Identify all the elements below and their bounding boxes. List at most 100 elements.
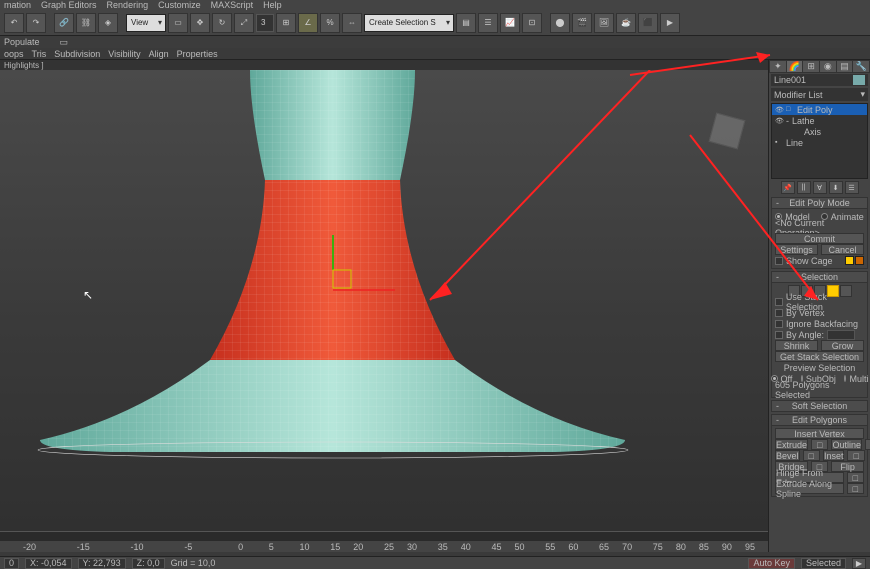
ribbon-tab[interactable]: Properties (177, 49, 218, 59)
extrude-opt[interactable]: □ (811, 439, 828, 450)
auto-key-button[interactable]: Auto Key (748, 558, 795, 569)
ribbon-tab[interactable]: Tris (32, 49, 47, 59)
hierarchy-tab[interactable]: ⊞ (803, 61, 819, 72)
selection-rollout[interactable]: Selection (771, 271, 868, 283)
object-name-field[interactable]: Line001 (771, 74, 868, 86)
scale-button[interactable]: ⤢ (234, 13, 254, 33)
insert-vertex-button[interactable]: Insert Vertex (775, 428, 864, 439)
menu-item[interactable]: mation (4, 0, 31, 10)
select-button[interactable]: ▭ (168, 13, 188, 33)
extrude-button[interactable]: Extrude (775, 439, 808, 450)
x-coord[interactable]: X: -0,054 (25, 558, 72, 569)
extrude-spline-opt[interactable]: □ (847, 483, 864, 494)
time-slider[interactable] (0, 531, 768, 541)
configure-sets-button[interactable]: ☰ (845, 181, 859, 194)
modify-tab[interactable]: 🌈 (787, 61, 803, 72)
ribbon-tab[interactable]: Align (149, 49, 169, 59)
get-stack-selection-button[interactable]: Get Stack Selection (775, 351, 864, 362)
play-button[interactable]: ▶ (852, 558, 866, 569)
render-setup-button[interactable]: 🎬 (572, 13, 592, 33)
extrude-spline-button[interactable]: Extrude Along Spline (775, 483, 844, 494)
bevel-button[interactable]: Bevel (775, 450, 800, 461)
link-button[interactable]: 🔗 (54, 13, 74, 33)
angle-snap-button[interactable]: ∠ (298, 13, 318, 33)
bevel-opt[interactable]: □ (803, 450, 820, 461)
inset-button[interactable]: Inset (823, 450, 845, 461)
frame-field[interactable]: 0 (4, 558, 19, 569)
mirror-button[interactable]: ⇔ (342, 13, 362, 33)
material-button[interactable]: ⬤ (550, 13, 570, 33)
ignore-backfacing-checkbox[interactable] (775, 320, 783, 328)
stack-item-lathe[interactable]: 👁-Lathe (772, 115, 867, 126)
show-result-button[interactable]: || (797, 181, 811, 194)
menu-item[interactable]: MAXScript (211, 0, 254, 10)
utilities-tab[interactable]: 🔧 (853, 61, 869, 72)
render-button[interactable]: ☕ (616, 13, 636, 33)
make-unique-button[interactable]: ∀ (813, 181, 827, 194)
selection-set-dropdown[interactable]: Create Selection S (364, 14, 454, 32)
menu-item[interactable]: Help (263, 0, 282, 10)
angle-spinner[interactable] (827, 330, 855, 340)
schematic-button[interactable]: ⊡ (522, 13, 542, 33)
stack-item-line[interactable]: ▪Line (772, 137, 867, 148)
display-tab[interactable]: ▤ (837, 61, 853, 72)
menu-item[interactable]: Graph Editors (41, 0, 97, 10)
snap-button[interactable]: ⊞ (276, 13, 296, 33)
ribbon-tab[interactable]: Subdivision (54, 49, 100, 59)
settings-button[interactable]: Settings (775, 244, 818, 255)
key-filter-dropdown[interactable]: Selected (801, 558, 846, 569)
quick-render-button[interactable]: ▶ (660, 13, 680, 33)
spinner[interactable]: 3 (256, 14, 274, 32)
populate-label[interactable]: Populate (4, 37, 40, 47)
move-button[interactable]: ✥ (190, 13, 210, 33)
pin-stack-button[interactable]: 📌 (781, 181, 795, 194)
by-angle-checkbox[interactable] (775, 331, 783, 339)
cage-color-1[interactable] (845, 256, 854, 265)
by-vertex-checkbox[interactable] (775, 309, 783, 317)
unlink-button[interactable]: ⛓ (76, 13, 96, 33)
hinge-opt[interactable]: □ (847, 472, 864, 483)
shrink-button[interactable]: Shrink (775, 340, 818, 351)
modifier-stack[interactable]: 👁□Edit Poly 👁-Lathe Axis ▪Line (771, 103, 868, 179)
menu-item[interactable]: Customize (158, 0, 201, 10)
bind-button[interactable]: ◈ (98, 13, 118, 33)
percent-snap-button[interactable]: % (320, 13, 340, 33)
motion-tab[interactable]: ◉ (820, 61, 836, 72)
soft-selection-rollout[interactable]: Soft Selection (771, 400, 868, 412)
edit-polygons-rollout[interactable]: Edit Polygons (771, 414, 868, 426)
cage-color-2[interactable] (855, 256, 864, 265)
grow-button[interactable]: Grow (821, 340, 864, 351)
commit-button[interactable]: Commit (775, 233, 864, 244)
edit-poly-mode-rollout[interactable]: Edit Poly Mode (771, 197, 868, 209)
create-tab[interactable]: ✦ (770, 61, 786, 72)
redo-button[interactable]: ↷ (26, 13, 46, 33)
stack-item-edit-poly[interactable]: 👁□Edit Poly (772, 104, 867, 115)
z-coord[interactable]: Z: 0,0 (132, 558, 165, 569)
align-button[interactable]: ▤ (456, 13, 476, 33)
curve-editor-button[interactable]: 📈 (500, 13, 520, 33)
undo-button[interactable]: ↶ (4, 13, 24, 33)
outline-button[interactable]: Outline (831, 439, 862, 450)
view-dropdown[interactable]: View (126, 14, 166, 32)
inset-opt[interactable]: □ (847, 450, 864, 461)
render-frame-button[interactable]: 🖼 (594, 13, 614, 33)
y-coord[interactable]: Y: 22,793 (78, 558, 126, 569)
viewport[interactable]: ↖ (0, 70, 768, 531)
viewport-label[interactable]: Highlights ] (0, 60, 768, 70)
stack-item-axis[interactable]: Axis (772, 126, 867, 137)
use-stack-checkbox[interactable] (775, 298, 783, 306)
cancel-button[interactable]: Cancel (821, 244, 864, 255)
rotate-button[interactable]: ↻ (212, 13, 232, 33)
modifier-list-dropdown[interactable]: Modifier List (771, 88, 868, 101)
ribbon-tab[interactable]: Visibility (108, 49, 140, 59)
expand-icon[interactable]: ▭ (60, 37, 69, 48)
layers-button[interactable]: ☰ (478, 13, 498, 33)
ribbon-tab[interactable]: oops (4, 49, 24, 59)
remove-modifier-button[interactable]: ⬇ (829, 181, 843, 194)
show-cage-checkbox[interactable] (775, 257, 783, 265)
time-ruler[interactable]: -20-15-10 -505 101520 253035 404550 5560… (0, 541, 768, 552)
menu-item[interactable]: Rendering (107, 0, 149, 10)
outline-opt[interactable]: □ (865, 439, 870, 450)
render-prod-button[interactable]: ⬛ (638, 13, 658, 33)
color-swatch[interactable] (853, 75, 865, 85)
